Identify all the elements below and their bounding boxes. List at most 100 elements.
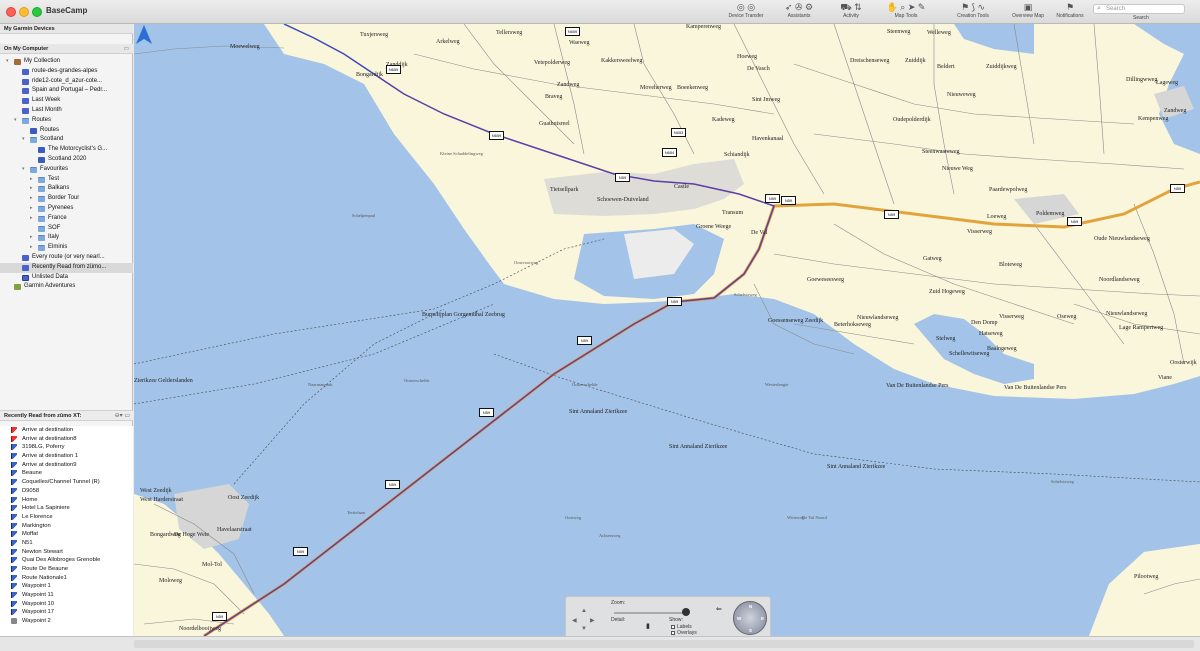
disclosure-closed-icon[interactable]: ▸	[30, 214, 33, 224]
horizontal-scrollbar[interactable]	[134, 640, 1194, 648]
disclosure-open-icon[interactable]: ▾	[22, 135, 25, 145]
road-shield[interactable]: N59	[385, 480, 400, 489]
waypoint-item[interactable]: Route Nationale1	[0, 574, 133, 583]
library-item[interactable]: Last Week	[0, 96, 133, 106]
map-view[interactable]: Tuxjersweg Tellersweg Kakkersweelweg Waeweg…	[134, 24, 1200, 636]
rotation-dial[interactable]: N E S W	[733, 601, 767, 635]
road-shield[interactable]: N59	[212, 612, 227, 621]
road-shield[interactable]: N654	[662, 148, 677, 157]
waypoint-item[interactable]: Arrive at destination 1	[0, 452, 133, 461]
library-item[interactable]: ▾ My Collection	[0, 57, 133, 67]
waypoint-item[interactable]: Moffat	[0, 530, 133, 539]
library-item[interactable]: ▾ Scotland	[0, 135, 133, 145]
road-shield[interactable]: N59	[615, 173, 630, 182]
waypoint-item[interactable]: N51	[0, 539, 133, 548]
disclosure-closed-icon[interactable]: ▸	[30, 194, 33, 204]
road-shield[interactable]: N659	[489, 131, 504, 140]
waypoint-item[interactable]: Home	[0, 496, 133, 505]
road-shield[interactable]: N659	[565, 27, 580, 36]
library-item[interactable]: ▸ Elminis	[0, 243, 133, 253]
waypoint-item[interactable]: Waypoint 1	[0, 582, 133, 591]
waypoint-item[interactable]: Hotel La Sapiniere	[0, 504, 133, 513]
library-item[interactable]: SOF	[0, 224, 133, 234]
list-options-icon[interactable]: ⊖▾ ▭	[115, 411, 130, 422]
map-canvas[interactable]	[134, 24, 1200, 636]
library-item[interactable]: ▸ Border Tour	[0, 194, 133, 204]
library-item[interactable]: ▸ Balkans	[0, 184, 133, 194]
assistants-button[interactable]: ➶ ✇ ⚙ Assistants	[776, 2, 822, 22]
search-input[interactable]: ⌕ Search	[1093, 4, 1185, 14]
detail-slider-icon[interactable]: ▮	[646, 622, 650, 630]
library-item[interactable]: Recently Read from zümo...	[0, 262, 133, 273]
library-item[interactable]: ▸ France	[0, 214, 133, 224]
waypoint-item[interactable]: Beaune	[0, 469, 133, 478]
notifications-button[interactable]: ⚑ Notifications	[1050, 2, 1090, 22]
devices-section-header[interactable]: My Garmin Devices	[0, 24, 133, 34]
road-shield[interactable]: N59	[884, 210, 899, 219]
library-item[interactable]: Last Month	[0, 106, 133, 116]
waypoint-item[interactable]: Waypoint 2	[0, 617, 133, 626]
disclosure-closed-icon[interactable]: ▸	[30, 175, 33, 185]
minimize-window-button[interactable]	[19, 7, 29, 17]
road-shield[interactable]: N59	[479, 408, 494, 417]
overview-map-button[interactable]: ▣ Overview Map	[1008, 2, 1048, 22]
library-item[interactable]: Every route (or very nearl...	[0, 253, 133, 263]
disclosure-closed-icon[interactable]: ▸	[30, 243, 33, 253]
disclosure-open-icon[interactable]: ▾	[14, 116, 17, 126]
pan-arrows[interactable]: ▲ ◀ ▶ ▼	[572, 608, 596, 633]
library-item[interactable]: ▾ Routes	[0, 116, 133, 126]
library-item[interactable]: Routes	[0, 126, 133, 136]
library-item[interactable]: Unlisted Data	[0, 273, 133, 283]
map-tools-button[interactable]: ✋ ⌕ ➤ ✎ Map Tools	[870, 2, 942, 22]
creation-tools-button[interactable]: ⚑ ⟆ ∿ Creation Tools	[946, 2, 1000, 22]
library-item[interactable]: ▸ Italy	[0, 233, 133, 243]
waypoint-item[interactable]: Newton Stewart	[0, 548, 133, 557]
waypoint-item[interactable]: Le Florence	[0, 513, 133, 522]
zoom-slider-handle[interactable]	[682, 608, 690, 616]
road-shield[interactable]: N59	[781, 196, 796, 205]
device-transfer-button[interactable]: ◎ ◎ Device Transfer	[722, 2, 770, 22]
library-item[interactable]: Spain and Portugal – Pedr...	[0, 86, 133, 96]
library-item[interactable]: ride12-cote_d_azur-cote...	[0, 77, 133, 87]
road-shield[interactable]: N59	[1067, 217, 1082, 226]
zoom-window-button[interactable]	[32, 7, 42, 17]
disclosure-open-icon[interactable]: ▾	[22, 165, 25, 175]
waypoint-item[interactable]: Waypoint 11	[0, 591, 133, 600]
close-window-button[interactable]	[6, 7, 16, 17]
road-shield[interactable]: N59	[577, 336, 592, 345]
waypoint-item[interactable]: 3198LG, Poferry	[0, 443, 133, 452]
library-item[interactable]: ▸ Test	[0, 175, 133, 185]
pan-up-icon[interactable]: ▲	[581, 608, 587, 614]
road-shield[interactable]: N59	[293, 547, 308, 556]
library-item[interactable]: route-des-grandes-alpes	[0, 67, 133, 77]
waypoint-item[interactable]: Arrive at destination8	[0, 435, 133, 444]
library-item[interactable]: ▸ Pyrenees	[0, 204, 133, 214]
disclosure-open-icon[interactable]: ▾	[6, 57, 9, 67]
zoom-slider-track[interactable]	[614, 612, 688, 614]
road-shield[interactable]: N59	[667, 297, 682, 306]
waypoint-item[interactable]: Quai Des Allobroges Grenoble	[0, 556, 133, 565]
library-item[interactable]: Scotland 2020	[0, 155, 133, 165]
waypoint-item[interactable]: Route De Beaune	[0, 565, 133, 574]
waypoint-item[interactable]: Arrive at destination	[0, 426, 133, 435]
waypoint-item[interactable]: Waypoint 10	[0, 600, 133, 609]
road-shield[interactable]: N659	[386, 65, 401, 74]
library-item[interactable]: The Motorcyclist's G...	[0, 145, 133, 155]
road-shield[interactable]: N59	[1170, 184, 1185, 193]
disclosure-closed-icon[interactable]: ▸	[30, 184, 33, 194]
waypoint-item[interactable]: Coquelles/Channel Tunnel (R)	[0, 478, 133, 487]
road-shield[interactable]: N653	[671, 128, 686, 137]
waypoint-item[interactable]: Markington	[0, 522, 133, 531]
disclosure-closed-icon[interactable]: ▸	[30, 233, 33, 243]
road-shield[interactable]: N59	[765, 194, 780, 203]
waypoint-item[interactable]: Waypoint 17	[0, 608, 133, 617]
library-item[interactable]: Garmin Adventures	[0, 282, 133, 292]
pan-left-icon[interactable]: ◀	[572, 617, 577, 624]
activity-button[interactable]: ⛟ ⇅ Activity	[834, 2, 868, 22]
waypoint-item[interactable]: Arrive at destination9	[0, 461, 133, 470]
disclosure-closed-icon[interactable]: ▸	[30, 204, 33, 214]
reset-view-icon[interactable]: ⇐	[716, 605, 722, 613]
pan-right-icon[interactable]: ▶	[590, 617, 595, 624]
computer-section-header[interactable]: On My Computer ▭	[0, 44, 133, 54]
library-item[interactable]: ▾ Favourites	[0, 165, 133, 175]
